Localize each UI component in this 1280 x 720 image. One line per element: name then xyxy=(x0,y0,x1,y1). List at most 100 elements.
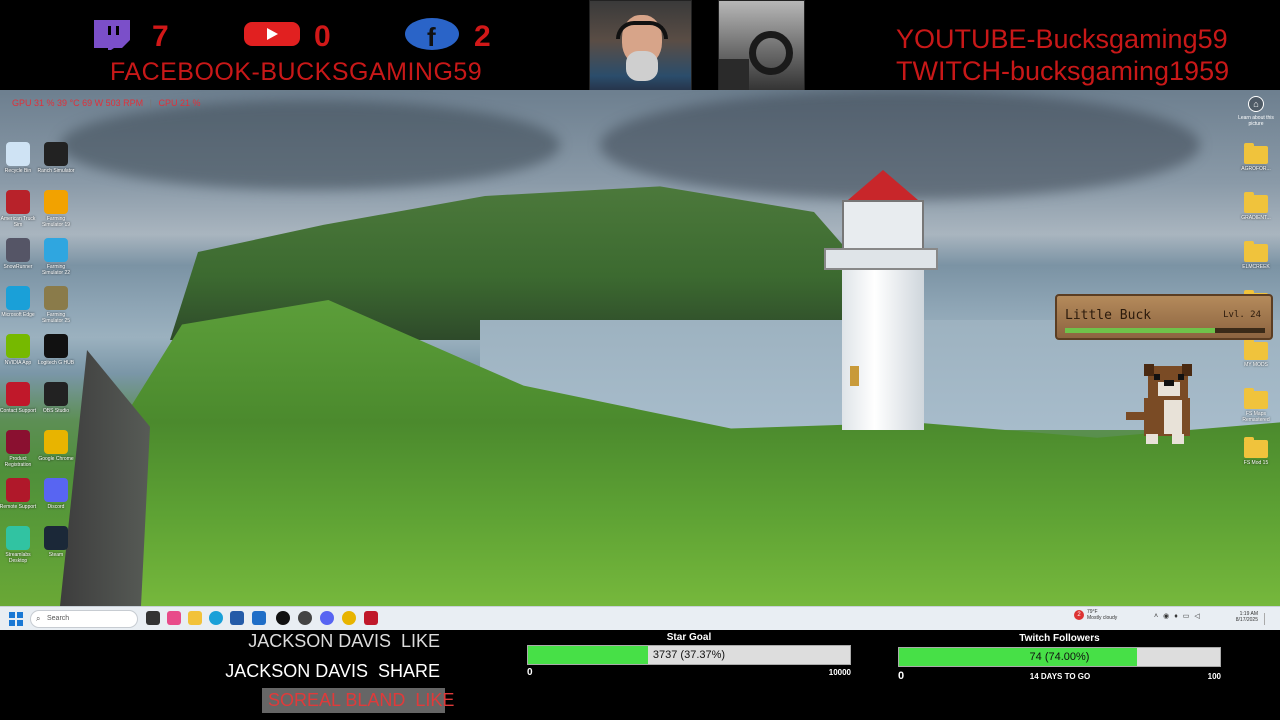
desktop-shortcut-label: Remote Support xyxy=(0,504,37,510)
copilot-icon[interactable] xyxy=(167,611,181,625)
folder-icon xyxy=(1244,192,1268,213)
desktop-shortcut[interactable]: Remote Support xyxy=(0,478,38,510)
desktop-folder[interactable]: AGROFOR... xyxy=(1236,143,1276,172)
desktop-shortcut[interactable]: Discord xyxy=(36,478,76,510)
twitch-icon xyxy=(88,18,134,50)
followers-goal-title: Twitch Followers xyxy=(1019,633,1100,644)
desktop-folder[interactable]: FS Mod 15 xyxy=(1236,437,1276,466)
desktop-shortcut-label: Streamlabs Desktop xyxy=(5,552,31,564)
desktop-shortcut[interactable]: NVIDIA App xyxy=(0,334,38,366)
desktop-folder[interactable]: FS Maps Remastered xyxy=(1236,388,1276,423)
youtube-icon xyxy=(244,18,300,50)
discord-icon xyxy=(44,478,68,502)
weather-widget[interactable]: 2 79°F Mostly cloudy xyxy=(1074,609,1117,621)
pet-widget-card: Little Buck Lvl. 24 xyxy=(1055,294,1273,340)
network-icon[interactable]: ◉ xyxy=(1163,613,1169,620)
top-overlay: 7 0 f 2 FACEBOOK-BUCKSGAMING59 YOUTUBE-B… xyxy=(0,0,1280,104)
chrome-icon xyxy=(44,430,68,454)
american-truck-sim-icon xyxy=(6,190,30,214)
desktop-shortcut-label: Steam xyxy=(48,552,64,558)
search-placeholder: Search xyxy=(47,615,70,622)
pet-xp-fill xyxy=(1065,328,1215,333)
followers-goal-min: 0 xyxy=(898,670,905,682)
gpu-monitor: GPU 31 % 39 °C 69 W 503 RPM | CPU 21 % xyxy=(12,98,201,108)
volume-icon[interactable]: ◁ xyxy=(1194,613,1199,620)
app-taskbar-icon[interactable] xyxy=(364,611,378,625)
desktop-shortcut-label: Farming Simulator 25 xyxy=(41,312,71,324)
facebook-count: 2 xyxy=(474,20,491,53)
desktop-shortcut[interactable]: Ranch Simulator xyxy=(36,142,76,174)
outlook-icon[interactable] xyxy=(252,611,266,625)
desktop-shortcut-label: Recycle Bin xyxy=(4,168,32,174)
desktop-folder[interactable]: MY MODS xyxy=(1236,339,1276,368)
desktop-shortcut[interactable]: Google Chrome xyxy=(36,430,76,462)
monitor-icon[interactable]: ▭ xyxy=(1183,613,1190,620)
learn-about-picture-label: Learn about this picture xyxy=(1238,115,1274,127)
folder-icon xyxy=(1244,339,1268,360)
obs-taskbar-icon[interactable] xyxy=(298,611,312,625)
desktop-folder-label: ELMCREEK xyxy=(1242,264,1270,270)
notification-badge: 2 xyxy=(1074,610,1084,620)
windows-start-icon[interactable] xyxy=(9,612,23,626)
desktop-shortcut-label: SnowRunner xyxy=(3,264,33,270)
store-icon[interactable] xyxy=(230,611,244,625)
desktop-shortcut[interactable]: Steam xyxy=(36,526,76,558)
search-icon: ⌕ xyxy=(36,614,41,623)
desktop-folder[interactable]: GRADIENT... xyxy=(1236,192,1276,221)
bottom-overlay: JACKSON DAVIS LIKE JACKSON DAVIS SHARE S… xyxy=(0,630,1280,720)
chrome-taskbar-icon[interactable] xyxy=(342,611,356,625)
farming-sim-19-icon xyxy=(44,190,68,214)
cpu-stats: CPU 21 % xyxy=(158,98,201,108)
webcam-wheel xyxy=(718,0,805,104)
clock-date: 8/17/2025 xyxy=(1235,617,1258,623)
desktop-folder-label: FS Mod 15 xyxy=(1243,460,1269,466)
hud-divider: | xyxy=(149,98,153,108)
desktop-folder-label: GRADIENT... xyxy=(1241,215,1271,221)
desktop-shortcut[interactable]: Microsoft Edge xyxy=(0,286,38,318)
cloud xyxy=(60,100,560,190)
facebook-icon: f xyxy=(404,18,460,51)
desktop-folder[interactable]: ELMCREEK xyxy=(1236,241,1276,270)
file-explorer-icon[interactable] xyxy=(188,611,202,625)
desktop-shortcut-label: Microsoft Edge xyxy=(1,312,35,318)
logitech-icon xyxy=(44,334,68,358)
desktop-shortcut[interactable]: Streamlabs Desktop xyxy=(0,526,38,564)
desktop-shortcut[interactable]: Contact Support xyxy=(0,382,38,414)
desktop: GPU 31 % 39 °C 69 W 503 RPM | CPU 21 % R… xyxy=(0,90,1280,606)
desktop-shortcut[interactable]: Farming Simulator 19 xyxy=(36,190,76,228)
twitch-handle: TWITCH-bucksgaming1959 xyxy=(896,56,1230,86)
activity-item: JACKSON DAVIS LIKE xyxy=(248,631,440,651)
clock[interactable]: 1:19 AM 8/17/2025 xyxy=(1228,611,1258,623)
desktop-shortcut[interactable]: Product Registration xyxy=(0,430,38,468)
desktop-shortcut[interactable]: Recycle Bin xyxy=(0,142,38,174)
youtube-handle: YOUTUBE-Bucksgaming59 xyxy=(896,24,1228,54)
logitech-taskbar-icon[interactable] xyxy=(276,611,290,625)
show-desktop-button[interactable] xyxy=(1264,613,1272,625)
mic-icon[interactable]: ♦ xyxy=(1174,613,1178,620)
desktop-shortcut-label: OBS Studio xyxy=(42,408,70,414)
desktop-shortcut[interactable]: SnowRunner xyxy=(0,238,38,270)
desktop-shortcut-label: Farming Simulator 19 xyxy=(41,216,71,228)
desktop-shortcut[interactable]: Farming Simulator 25 xyxy=(36,286,76,324)
desktop-shortcut[interactable]: Logitech G HUB xyxy=(36,334,76,366)
gpu-stats: GPU 31 % 39 °C 69 W 503 RPM xyxy=(12,98,144,108)
product-registration-icon xyxy=(6,430,30,454)
discord-taskbar-icon[interactable] xyxy=(320,611,334,625)
task-view-icon[interactable] xyxy=(146,611,160,625)
star-goal-title: Star Goal xyxy=(666,632,712,643)
twitch-count: 7 xyxy=(152,20,169,53)
desktop-shortcut[interactable]: American Truck Sim xyxy=(0,190,38,228)
weather-text: 79°F Mostly cloudy xyxy=(1087,609,1117,621)
desktop-shortcut[interactable]: OBS Studio xyxy=(36,382,76,414)
snowrunner-icon xyxy=(6,238,30,262)
star-goal-label: 3737 (37.37%) xyxy=(652,649,726,661)
desktop-shortcut-label: Product Registration xyxy=(4,456,32,468)
chevron-up-icon[interactable]: ˄ xyxy=(1154,613,1158,620)
svg-text:f: f xyxy=(427,22,436,51)
learn-about-picture-button[interactable]: ⌂ Learn about this picture xyxy=(1236,96,1276,127)
desktop-shortcut[interactable]: Farming Simulator 22 xyxy=(36,238,76,276)
farming-sim-25-icon xyxy=(44,286,68,310)
streamlabs-icon xyxy=(6,526,30,550)
edge-taskbar-icon[interactable] xyxy=(209,611,223,625)
taskbar-search[interactable]: ⌕ Search xyxy=(30,610,138,628)
